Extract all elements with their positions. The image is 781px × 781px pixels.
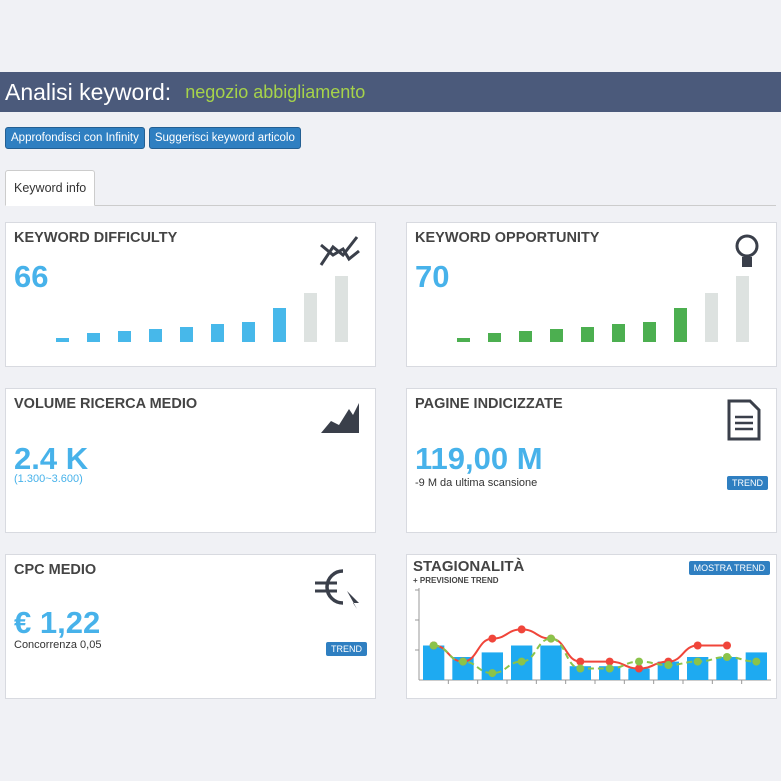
infinity-button[interactable]: Approfondisci con Infinity (5, 127, 145, 149)
data-point (723, 641, 731, 650)
data-point (723, 653, 731, 661)
data-point (693, 641, 702, 650)
volume-range: (1.300~3.600) (14, 473, 83, 485)
level-bar (149, 329, 162, 342)
level-bar (87, 333, 100, 342)
level-bar (118, 330, 131, 342)
level-bar (674, 307, 687, 342)
cpc-card: CPC MEDIO € 1,22 Concorrenza 0,05 TREND (5, 554, 376, 699)
tab-keyword-info[interactable]: Keyword info (5, 170, 96, 206)
data-point (605, 664, 614, 673)
card-title: PAGINE INDICIZZATE (415, 396, 563, 412)
page-header: Analisi keyword: negozio abbigliamento (0, 72, 781, 112)
data-point (459, 657, 467, 666)
bar (745, 652, 767, 680)
level-bar (550, 329, 563, 342)
volume-card: VOLUME RICERCA MEDIO 2.4 K (1.300~3.600) (5, 388, 376, 533)
pages-value: 119,00 M (415, 441, 543, 476)
opportunity-card: KEYWORD OPPORTUNITY 70 (406, 222, 777, 367)
level-bar (519, 330, 532, 342)
lightbulb-icon (735, 234, 759, 267)
opportunity-value: 70 (415, 259, 450, 294)
cpc-value: € 1,22 (14, 605, 101, 640)
level-bar (56, 338, 69, 342)
suggest-keyword-button[interactable]: Suggerisci keyword articolo (148, 127, 301, 149)
data-point (664, 661, 673, 670)
data-point (635, 664, 643, 673)
data-point (429, 641, 438, 650)
card-title: KEYWORD OPPORTUNITY (415, 230, 600, 246)
pages-card: PAGINE INDICIZZATE 119,00 M -9 M da ulti… (406, 388, 777, 533)
data-point (635, 657, 643, 666)
data-point (517, 625, 526, 634)
level-bar (304, 292, 317, 342)
data-point (576, 664, 585, 673)
level-bar (643, 321, 656, 342)
volume-value: 2.4 K (14, 441, 89, 476)
page-title: Analisi keyword: (5, 78, 172, 105)
pages-delta: -9 M da ultima scansione (415, 477, 538, 489)
data-point (576, 657, 585, 666)
cpc-competition: Concorrenza 0,05 (14, 639, 102, 651)
data-point (488, 669, 497, 678)
level-bar (335, 276, 348, 342)
data-point (488, 634, 497, 643)
tab-bar: Keyword info (5, 170, 776, 206)
level-bar (581, 327, 594, 342)
data-point (547, 634, 555, 643)
level-bar (488, 333, 501, 342)
card-title: KEYWORD DIFFICULTY (14, 230, 178, 246)
level-bar (705, 292, 718, 342)
data-point (693, 657, 702, 666)
document-icon (727, 399, 761, 441)
card-title: CPC MEDIO (14, 562, 97, 578)
level-bar (242, 321, 255, 342)
cpc-trend-button[interactable]: TREND (326, 642, 367, 656)
pages-trend-button[interactable]: TREND (727, 476, 768, 490)
level-bar (612, 324, 625, 342)
trend-lines-icon (319, 236, 360, 266)
card-title: VOLUME RICERCA MEDIO (14, 396, 198, 412)
euro-cursor-icon (315, 569, 359, 609)
bar (540, 645, 562, 680)
seasonality-card: STAGIONALITÀ + PREVISIONE TREND MOSTRA T… (406, 554, 777, 699)
level-bar (457, 338, 470, 342)
level-bar (211, 324, 224, 342)
seasonality-chart (415, 588, 771, 684)
level-bar (273, 307, 286, 342)
data-point (752, 657, 761, 666)
level-bar (736, 276, 749, 342)
area-chart-icon (321, 403, 359, 433)
level-bar (180, 327, 193, 342)
difficulty-value: 66 (14, 259, 49, 294)
difficulty-bars (56, 276, 348, 342)
opportunity-bars (457, 276, 749, 342)
data-point (605, 657, 614, 666)
keyword: negozio abbigliamento (185, 81, 366, 102)
difficulty-card: KEYWORD DIFFICULTY 66 (5, 222, 376, 367)
data-point (517, 657, 526, 666)
bar (423, 645, 445, 680)
